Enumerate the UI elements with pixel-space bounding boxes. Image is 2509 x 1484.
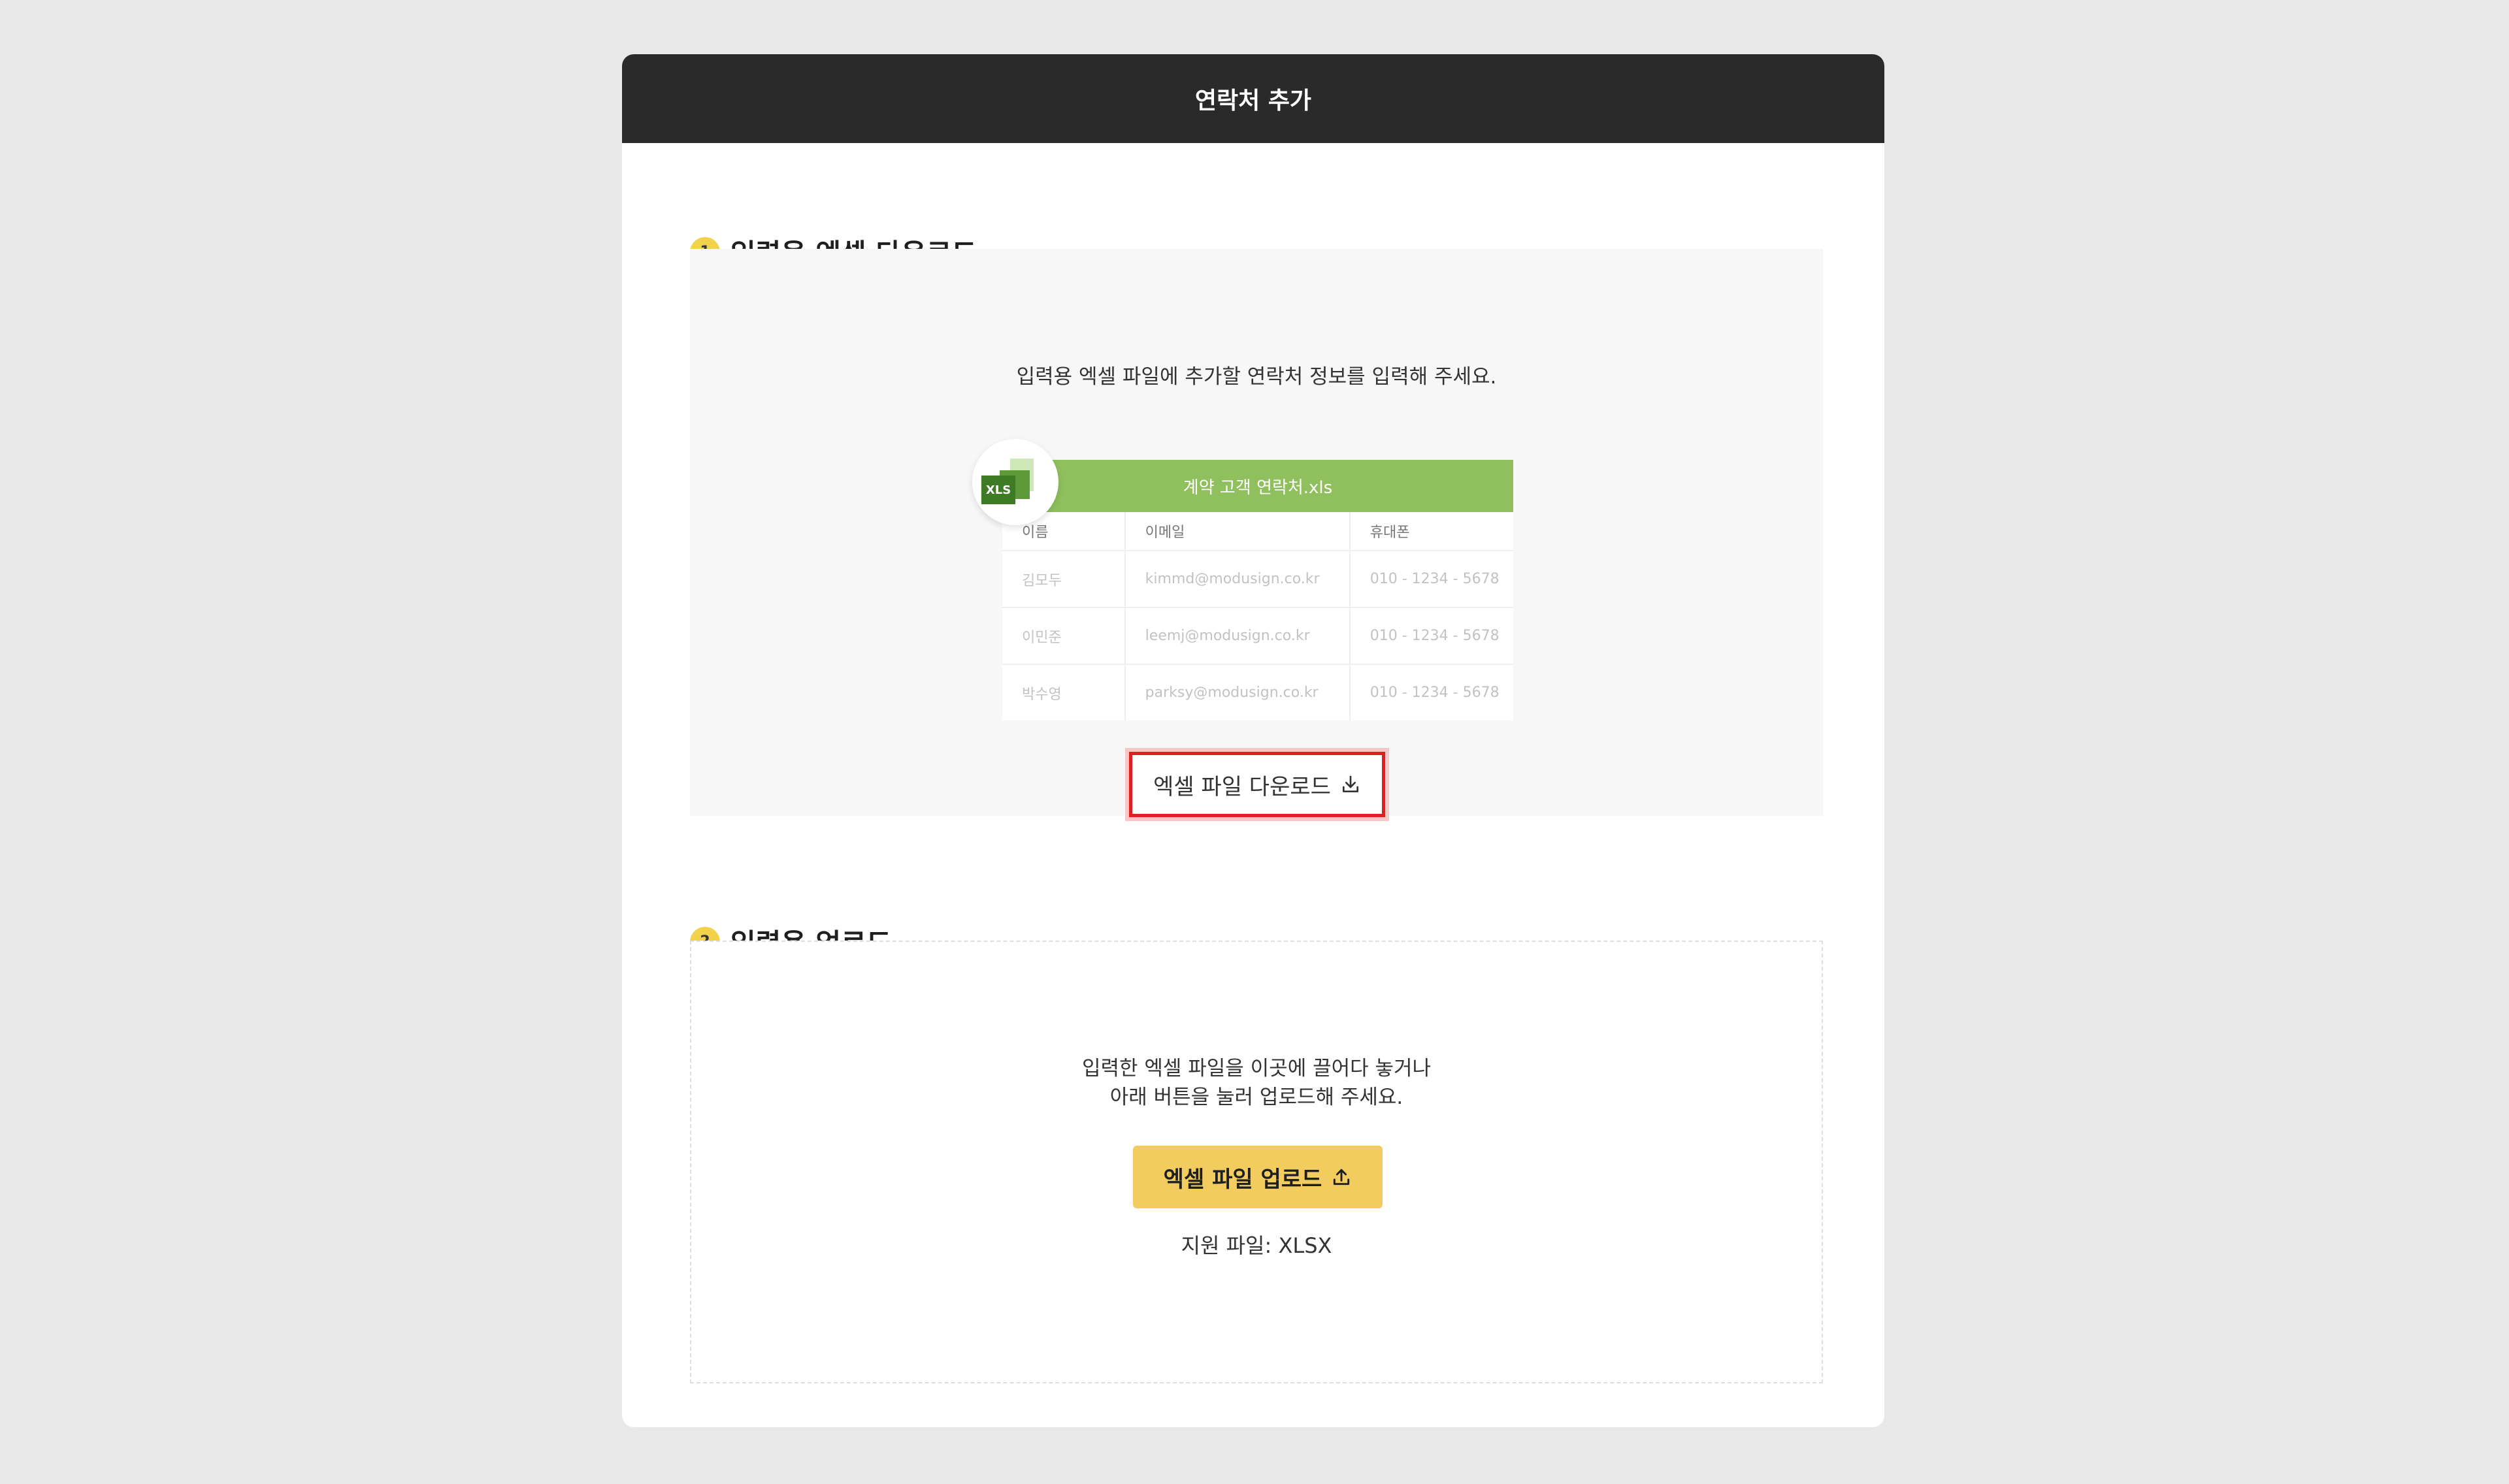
cell-email: leemj@modusign.co.kr — [1124, 607, 1350, 664]
xls-file-icon: XLS — [972, 439, 1058, 525]
add-contact-modal: 연락처 추가 1 입력용 엑셀 다운로드 입력용 엑셀 파일에 추가할 연락처 … — [622, 54, 1884, 1427]
cell-phone: 010 - 1234 - 5678 — [1349, 664, 1513, 720]
download-icon — [1340, 774, 1361, 795]
column-email: 이메일 — [1124, 512, 1350, 551]
excel-download-button[interactable]: 엑셀 파일 다운로드 — [1129, 752, 1385, 817]
cell-phone: 010 - 1234 - 5678 — [1349, 550, 1513, 607]
preview-header-row: 이름 이메일 휴대폰 — [1002, 512, 1513, 551]
download-description: 입력용 엑셀 파일에 추가할 연락처 정보를 입력해 주세요. — [1016, 365, 1497, 389]
excel-preview: 계약 고객 연락처.xls 이름 이메일 휴대폰 김모두 kimmd@modus… — [972, 439, 1513, 720]
upload-description: 입력한 엑셀 파일을 이곳에 끌어다 놓거나 아래 버튼을 눌러 업로드해 주세… — [691, 1054, 1822, 1112]
cell-phone: 010 - 1234 - 5678 — [1349, 607, 1513, 664]
table-row: 김모두 kimmd@modusign.co.kr 010 - 1234 - 56… — [1002, 550, 1513, 607]
cell-name: 이민준 — [1002, 607, 1125, 664]
cell-email: kimmd@modusign.co.kr — [1124, 550, 1350, 607]
column-phone: 휴대폰 — [1349, 512, 1513, 551]
cell-email: parksy@modusign.co.kr — [1124, 664, 1350, 720]
preview-filename: 계약 고객 연락처.xls — [1002, 460, 1513, 512]
supported-file-text: 지원 파일: XLSX — [1181, 1233, 1332, 1258]
modal-title: 연락처 추가 — [1194, 88, 1312, 114]
download-button-label: 엑셀 파일 다운로드 — [1153, 773, 1331, 800]
upload-dropzone[interactable]: 입력한 엑셀 파일을 이곳에 끌어다 놓거나 아래 버튼을 눌러 업로드해 주세… — [690, 941, 1823, 1383]
table-row: 박수영 parksy@modusign.co.kr 010 - 1234 - 5… — [1002, 664, 1513, 720]
cell-name: 박수영 — [1002, 664, 1125, 720]
upload-icon — [1331, 1167, 1352, 1187]
preview-table: 이름 이메일 휴대폰 김모두 kimmd@modusign.co.kr 010 … — [1002, 512, 1513, 720]
modal-header: 연락처 추가 — [622, 54, 1884, 143]
cell-name: 김모두 — [1002, 550, 1125, 607]
upload-description-line2: 아래 버튼을 눌러 업로드해 주세요. — [1109, 1086, 1403, 1109]
xls-icon-label: XLS — [981, 476, 1015, 504]
excel-upload-button[interactable]: 엑셀 파일 업로드 — [1133, 1146, 1383, 1208]
download-section: 입력용 엑셀 파일에 추가할 연락처 정보를 입력해 주세요. 계약 고객 연락… — [690, 249, 1823, 817]
upload-description-line1: 입력한 엑셀 파일을 이곳에 끌어다 놓거나 — [1081, 1057, 1432, 1080]
upload-button-label: 엑셀 파일 업로드 — [1163, 1166, 1322, 1193]
table-row: 이민준 leemj@modusign.co.kr 010 - 1234 - 56… — [1002, 607, 1513, 664]
